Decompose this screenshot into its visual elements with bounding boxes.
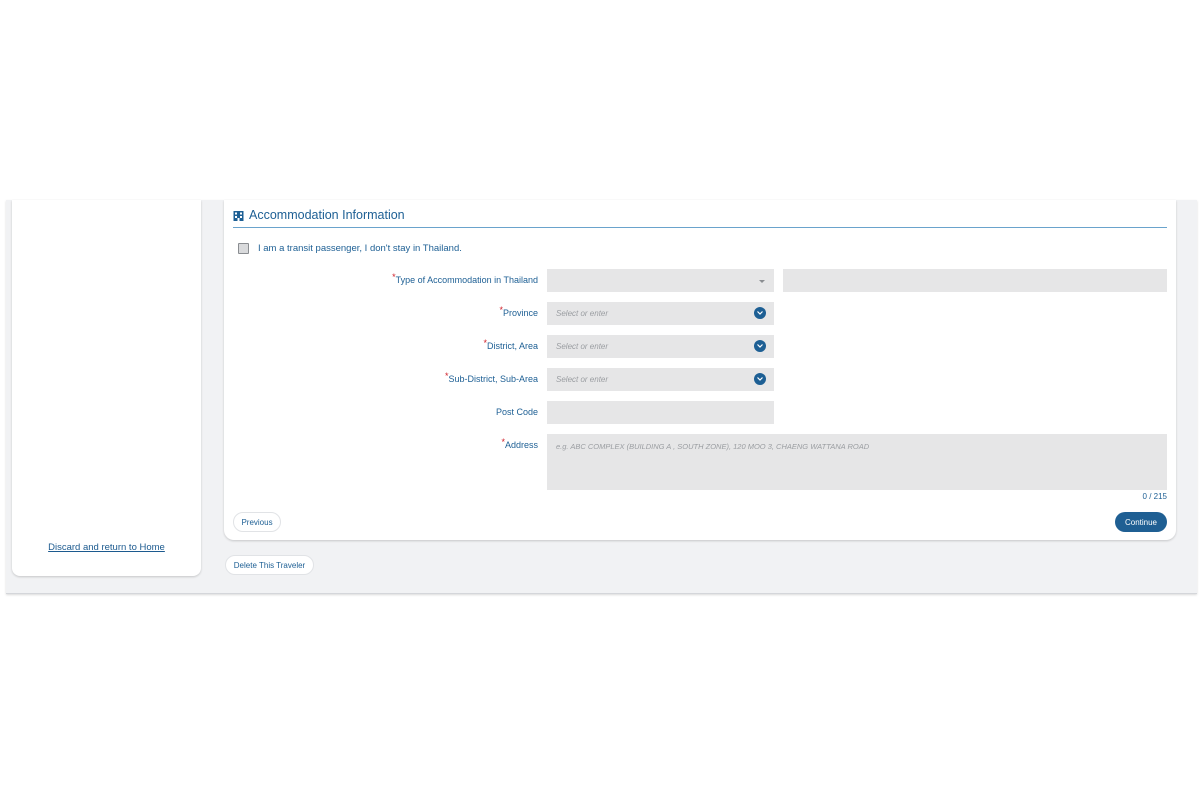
district-select[interactable] [547, 335, 774, 358]
chevron-down-icon [759, 280, 765, 283]
accommodation-type-select[interactable] [547, 269, 774, 292]
sidebar: Discard and return to Home [12, 200, 201, 576]
subdistrict-label: *Sub-District, Sub-Area [444, 371, 538, 384]
building-icon [233, 210, 244, 221]
accommodation-type-other-field[interactable] [783, 269, 1167, 292]
accommodation-card: Accommodation Information I am a transit… [224, 200, 1176, 540]
postcode-input[interactable] [547, 401, 774, 424]
address-char-counter: 0 / 215 [1142, 492, 1167, 501]
accommodation-type-label: *Type of Accommodation in Thailand [392, 272, 538, 285]
discard-return-home-link[interactable]: Discard and return to Home [12, 542, 201, 553]
subdistrict-select[interactable] [547, 368, 774, 391]
section-header: Accommodation Information [233, 205, 405, 225]
subdistrict-row: *Sub-District, Sub-Area [224, 368, 1176, 391]
delete-traveler-button[interactable]: Delete This Traveler [225, 555, 314, 575]
province-select[interactable] [547, 302, 774, 325]
transit-option: I am a transit passenger, I don't stay i… [238, 241, 462, 255]
chevron-down-icon[interactable] [754, 373, 766, 385]
province-label: *Province [499, 305, 538, 318]
transit-checkbox[interactable] [238, 242, 249, 254]
postcode-label: Post Code [495, 407, 538, 417]
district-row: *District, Area [224, 335, 1176, 358]
address-textarea[interactable] [547, 434, 1167, 490]
continue-button[interactable]: Continue [1115, 512, 1167, 532]
chevron-down-icon[interactable] [754, 307, 766, 319]
postcode-row: Post Code [224, 401, 1176, 424]
accommodation-type-row: *Type of Accommodation in Thailand [224, 269, 1176, 292]
district-label: *District, Area [483, 338, 538, 351]
province-row: *Province [224, 302, 1176, 325]
chevron-down-icon[interactable] [754, 340, 766, 352]
previous-button[interactable]: Previous [233, 512, 281, 532]
section-divider [233, 227, 1167, 228]
section-title: Accommodation Information [249, 208, 405, 222]
address-label: *Address [501, 437, 538, 450]
transit-label: I am a transit passenger, I don't stay i… [258, 242, 462, 254]
